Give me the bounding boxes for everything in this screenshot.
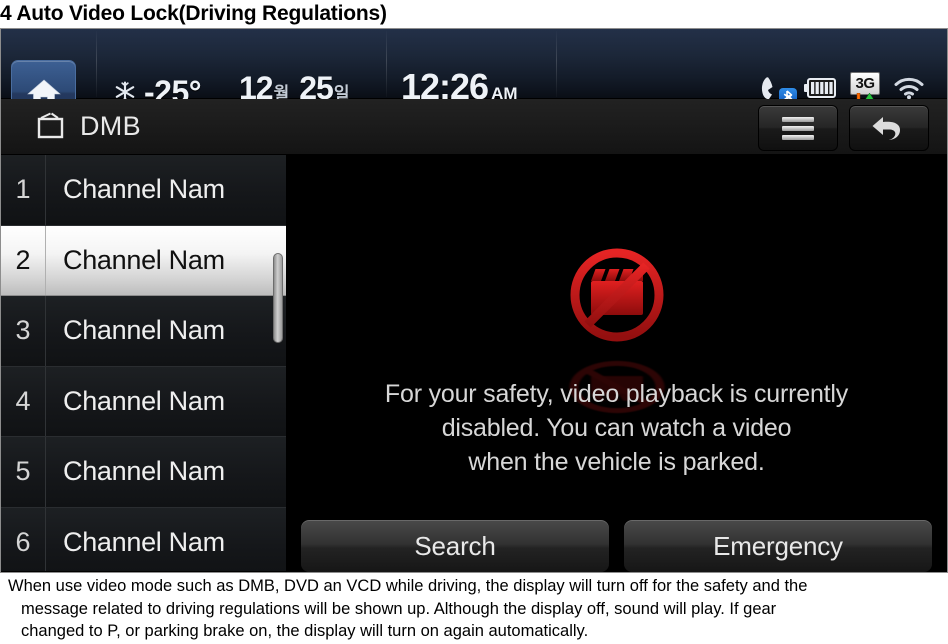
- figure-title: 4 Auto Video Lock(Driving Regulations): [0, 2, 387, 25]
- no-video-icon: [570, 248, 663, 342]
- channel-list[interactable]: 1 Channel Nam 2 Channel Nam 3 Channel Na…: [1, 155, 286, 571]
- network-3g-label: 3G: [850, 72, 880, 95]
- status-divider-2: [386, 31, 387, 97]
- video-lock-message-line1: For your safety, video playback is curre…: [384, 380, 849, 408]
- channel-index: 4: [15, 385, 31, 416]
- emergency-button[interactable]: Emergency: [623, 519, 933, 572]
- channel-name: Channel Nam: [63, 174, 225, 205]
- caption-line-1: When use video mode such as DMB, DVD an …: [8, 577, 808, 595]
- channel-name: Channel Nam: [63, 526, 225, 557]
- video-action-buttons: Search Emergency: [300, 519, 933, 572]
- channel-list-scrollbar[interactable]: [273, 155, 283, 571]
- channel-index: 5: [15, 456, 31, 487]
- battery-indicator: [803, 77, 837, 99]
- search-button[interactable]: Search: [300, 519, 610, 572]
- channel-index: 6: [15, 526, 31, 557]
- title-bar-actions: [758, 105, 929, 151]
- status-divider-3: [556, 31, 557, 97]
- channel-list-item[interactable]: 3 Channel Nam: [1, 296, 286, 367]
- status-bar: -25° 12 월 25 일 12:26 AM 3G: [1, 29, 947, 125]
- channel-name: Channel Nam: [63, 385, 225, 416]
- tv-icon: [37, 112, 64, 138]
- channel-name: Channel Nam: [63, 456, 225, 487]
- wifi-indicator: [893, 76, 925, 100]
- channel-list-item[interactable]: 4 Channel Nam: [1, 366, 286, 437]
- caption-line-2: message related to driving regulations w…: [21, 599, 777, 618]
- caption-line-3: changed to P, or parking brake on, the d…: [21, 622, 589, 640]
- channel-list-item-selected[interactable]: 2 Channel Nam: [1, 225, 286, 296]
- menu-icon: [782, 116, 814, 140]
- wifi-icon: [894, 77, 924, 100]
- channel-index: 2: [15, 244, 31, 275]
- app-title-bar: DMB: [1, 99, 947, 155]
- channel-index: 3: [15, 315, 31, 346]
- figure-caption: When use video mode such as DMB, DVD an …: [8, 575, 940, 643]
- video-lock-message-line2: disabled. You can watch a video: [441, 414, 792, 442]
- main-content: 1 Channel Nam 2 Channel Nam 3 Channel Na…: [1, 155, 947, 572]
- video-lock-message-line3: when the vehicle is parked.: [468, 448, 765, 476]
- channel-name: Channel Nam: [63, 244, 225, 275]
- app-identity: DMB: [34, 111, 141, 142]
- battery-icon: [804, 78, 836, 98]
- no-video-icon-container: [286, 243, 947, 347]
- channel-list-item[interactable]: 5 Channel Nam: [1, 437, 286, 508]
- back-button[interactable]: [849, 105, 929, 151]
- status-divider-1: [96, 31, 97, 97]
- back-arrow-icon: [872, 117, 900, 140]
- video-lock-message: For your safety, video playback is curre…: [306, 377, 927, 479]
- channel-index: 1: [15, 174, 31, 205]
- channel-list-item[interactable]: 1 Channel Nam: [1, 155, 286, 226]
- app-name: DMB: [80, 111, 141, 141]
- device-screen: -25° 12 월 25 일 12:26 AM 3G DMB 1 Channel…: [0, 28, 948, 573]
- video-panel: For your safety, video playback is curre…: [286, 155, 947, 572]
- channel-list-item[interactable]: 6 Channel Nam: [1, 507, 286, 571]
- channel-name: Channel Nam: [63, 315, 225, 346]
- scrollbar-thumb[interactable]: [273, 253, 283, 343]
- menu-button[interactable]: [758, 105, 838, 151]
